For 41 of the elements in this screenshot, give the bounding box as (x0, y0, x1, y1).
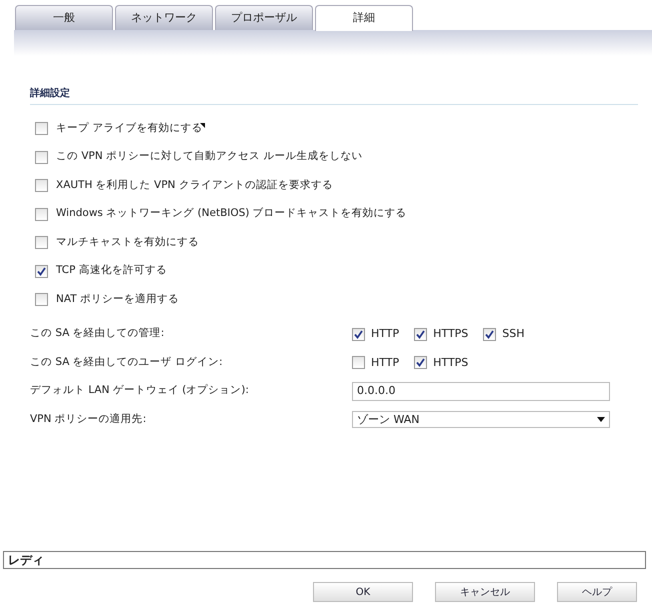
field-label: デフォルト LAN ゲートウェイ (オプション): (30, 383, 250, 398)
checkbox-label: HTTPS (433, 326, 468, 342)
checkbox[interactable] (483, 328, 496, 341)
dialog-button[interactable]: OK (313, 582, 413, 602)
checkbox[interactable] (352, 356, 365, 370)
checkbox[interactable] (35, 179, 48, 192)
checkbox[interactable] (414, 356, 428, 370)
option-label: TCP 高速化を許可する (56, 263, 167, 278)
dialog-button[interactable]: キャンセル (435, 582, 535, 602)
checkbox[interactable] (35, 208, 48, 220)
checkbox[interactable] (35, 236, 48, 249)
checkbox-label: HTTPS (433, 354, 468, 370)
status-bar: レディ (3, 551, 646, 569)
field-label: この SA を経由しての管理: (30, 326, 166, 342)
dialog-button[interactable]: ヘルプ (557, 582, 637, 602)
checkbox[interactable] (35, 293, 48, 306)
tab[interactable]: 一般 (15, 5, 113, 30)
checkbox-label: HTTP (371, 326, 400, 342)
option-label: マルチキャストを有効にする (56, 234, 199, 250)
checkbox[interactable] (35, 150, 48, 164)
gateway-field[interactable]: 0.0.0.0 (352, 382, 610, 401)
option-label: Windows ネットワーキング (NetBIOS) ブロードキャストを有効にする (56, 206, 407, 222)
tab[interactable]: ネットワーク (115, 5, 213, 30)
option-label: キープ アライブを有効にする (56, 120, 202, 136)
field-label: この SA を経由してのユーザ ログイン: (30, 354, 224, 370)
checkbox[interactable] (414, 328, 428, 341)
checkbox[interactable] (352, 328, 365, 341)
tab[interactable]: プロポーザル (215, 5, 313, 30)
dropdown[interactable]: ゾーン WAN (352, 411, 610, 428)
field-label: VPN ポリシーの適用先: (30, 412, 148, 427)
checkbox[interactable] (35, 264, 48, 278)
option-label: XAUTH を利用した VPN クライアントの認証を要求する (56, 178, 333, 193)
checkbox-label: SSH (502, 326, 525, 342)
tab[interactable]: 詳細 (315, 5, 413, 31)
checkbox[interactable] (35, 122, 48, 135)
section-title: 詳細設定 (30, 86, 638, 105)
option-label: NAT ポリシーを適用する (56, 292, 179, 307)
option-label: この VPN ポリシーに対して自動アクセス ルール生成をしない (56, 149, 362, 164)
caret-icon (597, 417, 605, 422)
checkbox-label: HTTP (371, 354, 400, 370)
pointer-mark-icon (200, 123, 205, 128)
